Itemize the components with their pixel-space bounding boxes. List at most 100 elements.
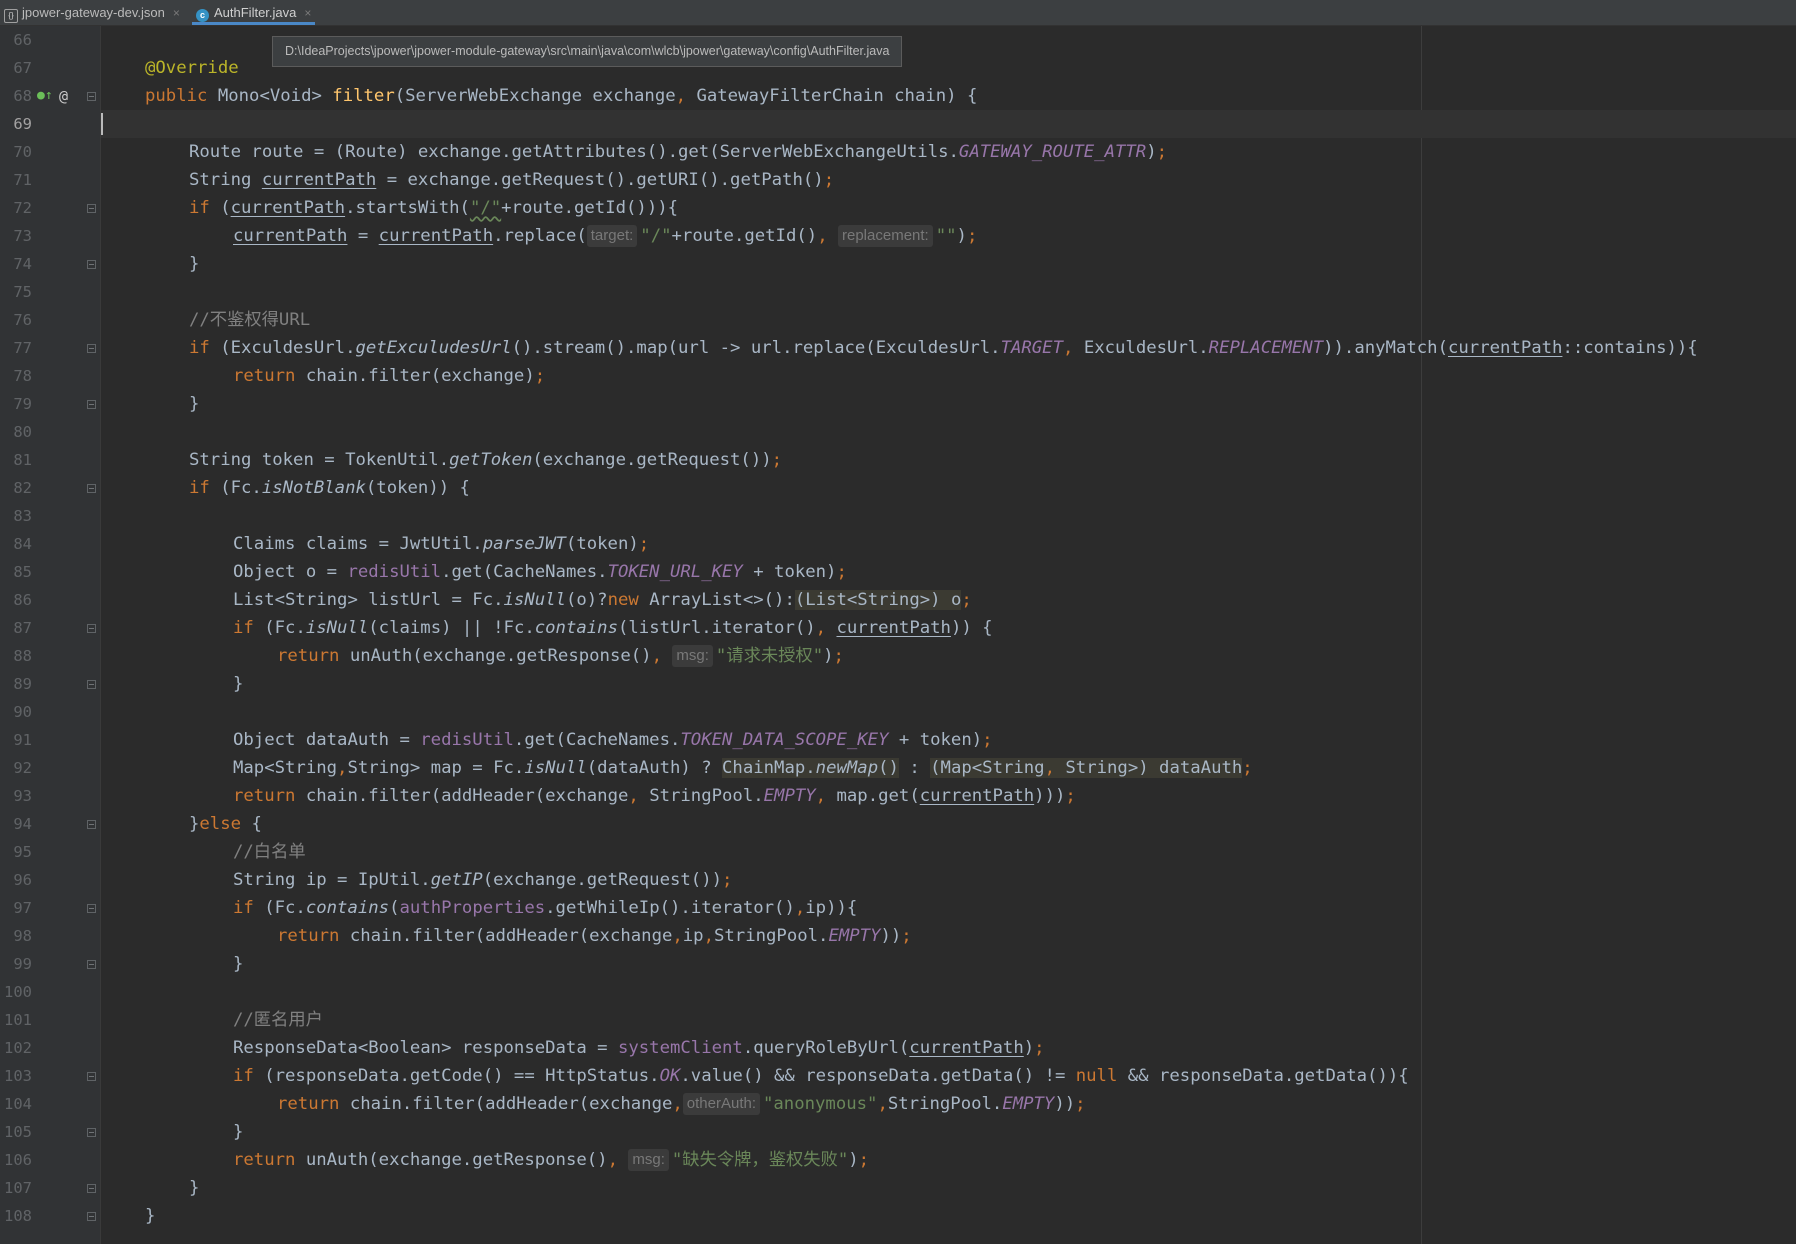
code-line-84: Claims claims = JwtUtil.parseJWT(token); (233, 534, 650, 554)
line-number: 77 (13, 339, 32, 357)
code-line-86: List<String> listUrl = Fc.isNull(o)?new … (233, 590, 972, 610)
override-method-icon[interactable]: ●↑ (37, 82, 53, 110)
code-line-77: if (ExculdesUrl.getExculudesUrl().stream… (189, 338, 1698, 358)
file-path-tooltip: D:\IdeaProjects\jpower\jpower-module-gat… (272, 36, 903, 67)
fold-marker-icon[interactable] (87, 344, 96, 353)
code-line-70: Route route = (Route) exchange.getAttrib… (189, 142, 1168, 162)
current-line-highlight (101, 110, 1796, 138)
line-number: 82 (13, 479, 32, 497)
line-number: 93 (13, 787, 32, 805)
code-line-73: currentPath = currentPath.replace(target… (233, 225, 978, 247)
annotation-icon[interactable]: @ (59, 82, 68, 110)
line-number: 102 (4, 1039, 32, 1057)
code-line-105: } (233, 1122, 244, 1142)
code-line-74: } (189, 254, 200, 274)
text-caret (101, 113, 103, 135)
tab-authfilter-java[interactable]: c AuthFilter.java × (191, 0, 316, 25)
fold-marker-icon[interactable] (87, 204, 96, 213)
code-line-108: } (145, 1206, 156, 1226)
fold-marker-icon[interactable] (87, 260, 96, 269)
fold-marker-icon[interactable] (87, 1212, 96, 1221)
param-hint-msg: msg: (672, 645, 713, 667)
code-line-85: Object o = redisUtil.get(CacheNames.TOKE… (233, 562, 847, 582)
code-line-68: public Mono<Void> filter(ServerWebExchan… (145, 86, 978, 106)
code-line-67: @Override (145, 58, 239, 78)
java-class-icon: c (196, 9, 209, 22)
line-number: 67 (13, 59, 32, 77)
line-number: 66 (13, 31, 32, 49)
line-number: 98 (13, 927, 32, 945)
line-number: 99 (13, 955, 32, 973)
fold-marker-icon[interactable] (87, 1072, 96, 1081)
line-number: 94 (13, 815, 32, 833)
code-line-89: } (233, 674, 244, 694)
code-line-92: Map<String,String> map = Fc.isNull(dataA… (233, 758, 1253, 778)
code-line-107: } (189, 1178, 200, 1198)
line-number: 91 (13, 731, 32, 749)
fold-marker-icon[interactable] (87, 484, 96, 493)
line-number: 100 (4, 983, 32, 1001)
code-line-104: return chain.filter(addHeader(exchange, o… (277, 1093, 1086, 1115)
line-number: 84 (13, 535, 32, 553)
line-number: 74 (13, 255, 32, 273)
code-line-72: if (currentPath.startsWith("/"+route.get… (189, 198, 679, 218)
tab-label: jpower-gateway-dev.json (22, 5, 165, 20)
line-number: 87 (13, 619, 32, 637)
fold-marker-icon[interactable] (87, 820, 96, 829)
code-line-88: return unAuth(exchange.getResponse(), ms… (277, 645, 844, 667)
tab-jpower-gateway-dev-json[interactable]: {} jpower-gateway-dev.json × (4, 0, 180, 25)
param-hint-otherauth: otherAuth: (682, 1093, 760, 1115)
code-line-79: } (189, 394, 200, 414)
line-number: 108 (4, 1207, 32, 1225)
fold-marker-icon[interactable] (87, 400, 96, 409)
line-number: 96 (13, 871, 32, 889)
tab-label: AuthFilter.java (214, 5, 297, 20)
line-number: 107 (4, 1179, 32, 1197)
line-number: 72 (13, 199, 32, 217)
editor-tab-bar: {} jpower-gateway-dev.json × c AuthFilter.j… (0, 0, 1796, 26)
param-hint-msg: msg: (628, 1149, 669, 1171)
fold-marker-icon[interactable] (87, 904, 96, 913)
code-line-101: //匿名用户 (233, 1010, 323, 1030)
line-number: 104 (4, 1095, 32, 1113)
line-number: 75 (13, 283, 32, 301)
line-number: 83 (13, 507, 32, 525)
line-number: 73 (13, 227, 32, 245)
code-line-97: if (Fc.contains(authProperties.getWhileI… (233, 898, 858, 918)
code-line-106: return unAuth(exchange.getResponse(), ms… (233, 1149, 870, 1171)
code-line-76: //不鉴权得URL (189, 310, 311, 330)
close-icon[interactable]: × (173, 6, 180, 20)
fold-marker-icon[interactable] (87, 624, 96, 633)
line-number: 90 (13, 703, 32, 721)
line-number: 80 (13, 423, 32, 441)
fold-marker-icon[interactable] (87, 1184, 96, 1193)
line-number: 76 (13, 311, 32, 329)
fold-marker-icon[interactable] (87, 1128, 96, 1137)
code-line-94: }else { (189, 814, 262, 834)
line-number: 85 (13, 563, 32, 581)
line-number: 69 (13, 115, 32, 133)
code-line-103: if (responseData.getCode() == HttpStatus… (233, 1066, 1409, 1086)
code-line-95: //白名单 (233, 842, 306, 862)
json-file-icon: {} (4, 9, 18, 23)
line-number: 89 (13, 675, 32, 693)
param-hint-replacement: replacement: (838, 225, 933, 247)
code-line-102: ResponseData<Boolean> responseData = sys… (233, 1038, 1045, 1058)
line-number: 81 (13, 451, 32, 469)
line-number: 68 (13, 87, 32, 105)
line-number: 79 (13, 395, 32, 413)
code-line-99: } (233, 954, 244, 974)
fold-marker-icon[interactable] (87, 680, 96, 689)
line-number: 92 (13, 759, 32, 777)
code-line-96: String ip = IpUtil.getIP(exchange.getReq… (233, 870, 733, 890)
code-line-87: if (Fc.isNull(claims) || !Fc.contains(li… (233, 618, 993, 638)
line-number: 105 (4, 1123, 32, 1141)
close-icon[interactable]: × (304, 6, 311, 20)
line-number: 103 (4, 1067, 32, 1085)
code-line-71: String currentPath = exchange.getRequest… (189, 170, 835, 190)
line-number: 86 (13, 591, 32, 609)
param-hint-target: target: (586, 225, 638, 247)
code-line-78: return chain.filter(exchange); (233, 366, 546, 386)
fold-marker-icon[interactable] (87, 92, 96, 101)
fold-marker-icon[interactable] (87, 960, 96, 969)
